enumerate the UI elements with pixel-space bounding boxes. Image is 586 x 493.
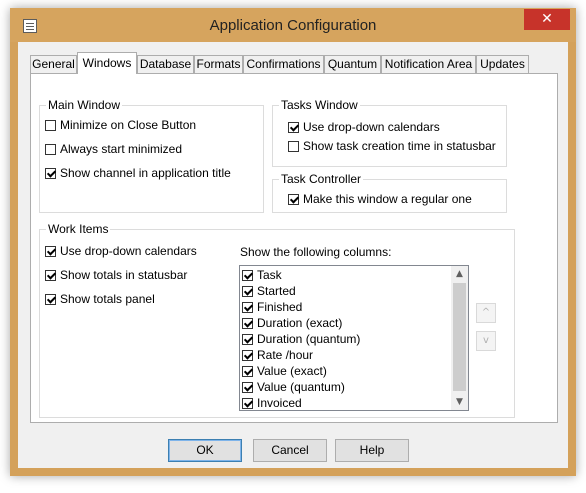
- checkbox-box[interactable]: [45, 294, 56, 305]
- column-label: Value (exact): [257, 364, 327, 378]
- column-item-value-exact[interactable]: Value (exact): [242, 364, 327, 380]
- tasks-window-group: Tasks Window Use drop-down calendars Sho…: [272, 98, 507, 167]
- columns-label: Show the following columns:: [240, 245, 392, 259]
- windows-tab-panel: Main Window Minimize on Close Button Alw…: [30, 73, 558, 423]
- ok-button[interactable]: OK: [168, 439, 242, 462]
- scroll-down-arrow-icon[interactable]: ▼: [451, 394, 468, 410]
- title-bar[interactable]: Application Configuration ✕: [10, 8, 576, 42]
- checkbox-box[interactable]: [45, 168, 56, 179]
- column-item-duration-exact[interactable]: Duration (exact): [242, 316, 342, 332]
- checkbox-box[interactable]: [45, 120, 56, 131]
- show-channel-in-title-checkbox[interactable]: Show channel in application title: [45, 166, 231, 182]
- tab-database[interactable]: Database: [137, 55, 194, 73]
- work-items-drop-down-calendars-checkbox[interactable]: Use drop-down calendars: [45, 244, 197, 260]
- minimize-on-close-checkbox[interactable]: Minimize on Close Button: [45, 118, 196, 134]
- tab-confirmations[interactable]: Confirmations: [243, 55, 324, 73]
- task-controller-group: Task Controller Make this window a regul…: [272, 172, 507, 213]
- tab-quantum[interactable]: Quantum: [324, 55, 381, 73]
- checkbox-box[interactable]: [45, 144, 56, 155]
- column-item-finished[interactable]: Finished: [242, 300, 302, 316]
- column-item-started[interactable]: Started: [242, 284, 296, 300]
- scroll-up-arrow-icon[interactable]: ▲: [451, 266, 468, 282]
- checkbox-box[interactable]: [242, 382, 253, 393]
- checkbox-box[interactable]: [45, 270, 56, 281]
- checkbox-label: Use drop-down calendars: [303, 120, 440, 134]
- checkbox-box[interactable]: [288, 194, 299, 205]
- column-item-invoiced[interactable]: Invoiced: [242, 396, 302, 410]
- scrollbar-thumb[interactable]: [453, 283, 466, 391]
- tab-notification-area[interactable]: Notification Area: [381, 55, 476, 73]
- checkbox-box[interactable]: [242, 286, 253, 297]
- column-label: Started: [257, 284, 296, 298]
- column-item-value-quantum[interactable]: Value (quantum): [242, 380, 345, 396]
- move-column-down-button[interactable]: v: [476, 331, 496, 351]
- column-label: Duration (quantum): [257, 332, 361, 346]
- column-label: Value (quantum): [257, 380, 345, 394]
- checkbox-label: Show totals in statusbar: [60, 268, 188, 282]
- checkbox-label: Make this window a regular one: [303, 192, 472, 206]
- main-window-legend: Main Window: [46, 98, 123, 112]
- checkbox-box[interactable]: [288, 141, 299, 152]
- always-start-minimized-checkbox[interactable]: Always start minimized: [45, 142, 182, 158]
- tab-windows[interactable]: Windows: [77, 52, 137, 74]
- column-label: Task: [257, 268, 282, 282]
- show-task-creation-time-checkbox[interactable]: Show task creation time in statusbar: [288, 139, 496, 155]
- work-items-group: Work Items Use drop-down calendars Show …: [39, 222, 515, 418]
- checkbox-label: Use drop-down calendars: [60, 244, 197, 258]
- column-item-rate-hour[interactable]: Rate /hour: [242, 348, 313, 364]
- checkbox-label: Show task creation time in statusbar: [303, 139, 496, 153]
- help-button[interactable]: Help: [335, 439, 409, 462]
- close-button[interactable]: ✕: [524, 9, 570, 30]
- columns-listbox[interactable]: Task Started Finished Duration (exact) D…: [239, 265, 469, 411]
- tasks-drop-down-calendars-checkbox[interactable]: Use drop-down calendars: [288, 120, 440, 136]
- checkbox-box[interactable]: [242, 270, 253, 281]
- column-label: Invoiced: [257, 396, 302, 410]
- checkbox-box[interactable]: [45, 246, 56, 257]
- checkbox-box[interactable]: [242, 302, 253, 313]
- checkbox-box[interactable]: [242, 318, 253, 329]
- tasks-window-legend: Tasks Window: [279, 98, 360, 112]
- task-controller-legend: Task Controller: [279, 172, 364, 186]
- move-column-up-button[interactable]: ^: [476, 303, 496, 323]
- checkbox-box[interactable]: [242, 398, 253, 409]
- show-totals-in-statusbar-checkbox[interactable]: Show totals in statusbar: [45, 268, 187, 284]
- checkbox-box[interactable]: [288, 122, 299, 133]
- tab-updates[interactable]: Updates: [476, 55, 529, 73]
- make-regular-window-checkbox[interactable]: Make this window a regular one: [288, 192, 472, 208]
- column-label: Finished: [257, 300, 303, 314]
- column-item-duration-quantum[interactable]: Duration (quantum): [242, 332, 360, 348]
- show-totals-panel-checkbox[interactable]: Show totals panel: [45, 292, 155, 308]
- window-title: Application Configuration: [209, 17, 377, 34]
- tab-general[interactable]: General: [30, 55, 77, 73]
- checkbox-label: Minimize on Close Button: [60, 118, 197, 132]
- column-label: Duration (exact): [257, 316, 343, 330]
- checkbox-box[interactable]: [242, 334, 253, 345]
- checkbox-label: Show channel in application title: [60, 166, 231, 180]
- column-label: Rate /hour: [257, 348, 314, 362]
- main-window-group: Main Window Minimize on Close Button Alw…: [39, 98, 264, 213]
- columns-scrollbar[interactable]: ▲ ▼: [451, 266, 468, 410]
- dialog-client: General Windows Database Formats Confirm…: [18, 42, 568, 468]
- checkbox-box[interactable]: [242, 350, 253, 361]
- tab-formats[interactable]: Formats: [194, 55, 243, 73]
- dialog-window: Application Configuration ✕ General Wind…: [10, 8, 576, 476]
- checkbox-label: Show totals panel: [60, 292, 155, 306]
- cancel-button[interactable]: Cancel: [253, 439, 327, 462]
- work-items-legend: Work Items: [46, 222, 111, 236]
- checkbox-label: Always start minimized: [60, 142, 183, 156]
- checkbox-box[interactable]: [242, 366, 253, 377]
- column-item-task[interactable]: Task: [242, 268, 282, 284]
